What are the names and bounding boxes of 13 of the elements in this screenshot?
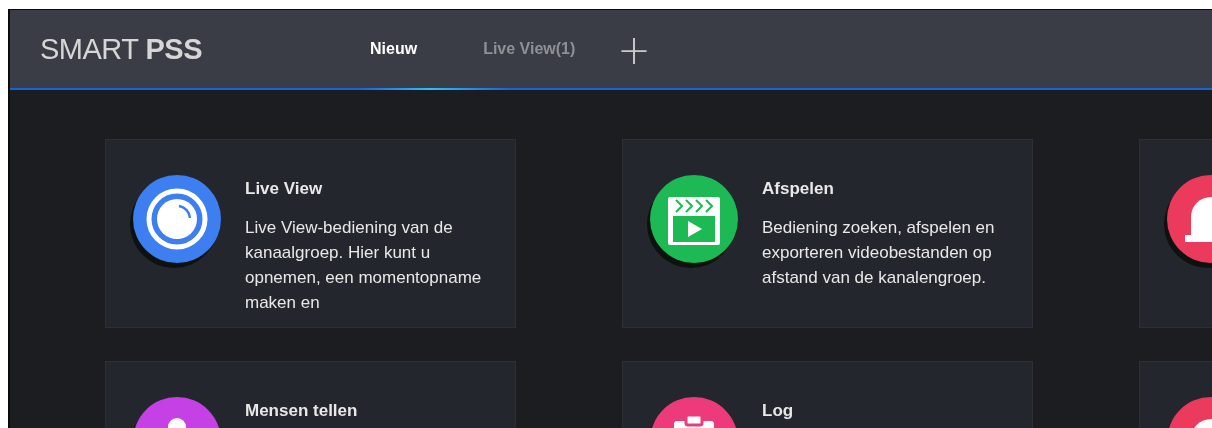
add-tab-button[interactable]: +	[617, 30, 651, 70]
card-title: Mensen tellen	[245, 401, 358, 421]
module-card[interactable]: Afspelen Bediening zoeken, afspelen en exporteren videobestanden op afstand van de kanalengroep.	[622, 139, 1033, 328]
module-card[interactable]: Log	[622, 361, 1033, 428]
card-title: Afspelen	[762, 179, 835, 199]
card-title: Log	[762, 401, 794, 421]
tab[interactable]: Nieuw	[370, 34, 418, 64]
card-title: Live View	[245, 179, 324, 199]
module-card[interactable]: Live View Live View-bediening van de kanaalgroep. Hier kunt u opnemen, een momentopname maken en	[105, 139, 516, 328]
module-card[interactable]: Mensen tellen	[105, 361, 516, 428]
card-description: Bediening zoeken, afspelen en exporteren videobestanden op afstand van de kanalengroep.	[762, 217, 996, 289]
app-logo: SMART PSS	[40, 32, 204, 66]
card-description: Live View-bediening van de kanaalgroep. Hier kunt u opnemen, een momentopname maken en	[245, 217, 483, 314]
